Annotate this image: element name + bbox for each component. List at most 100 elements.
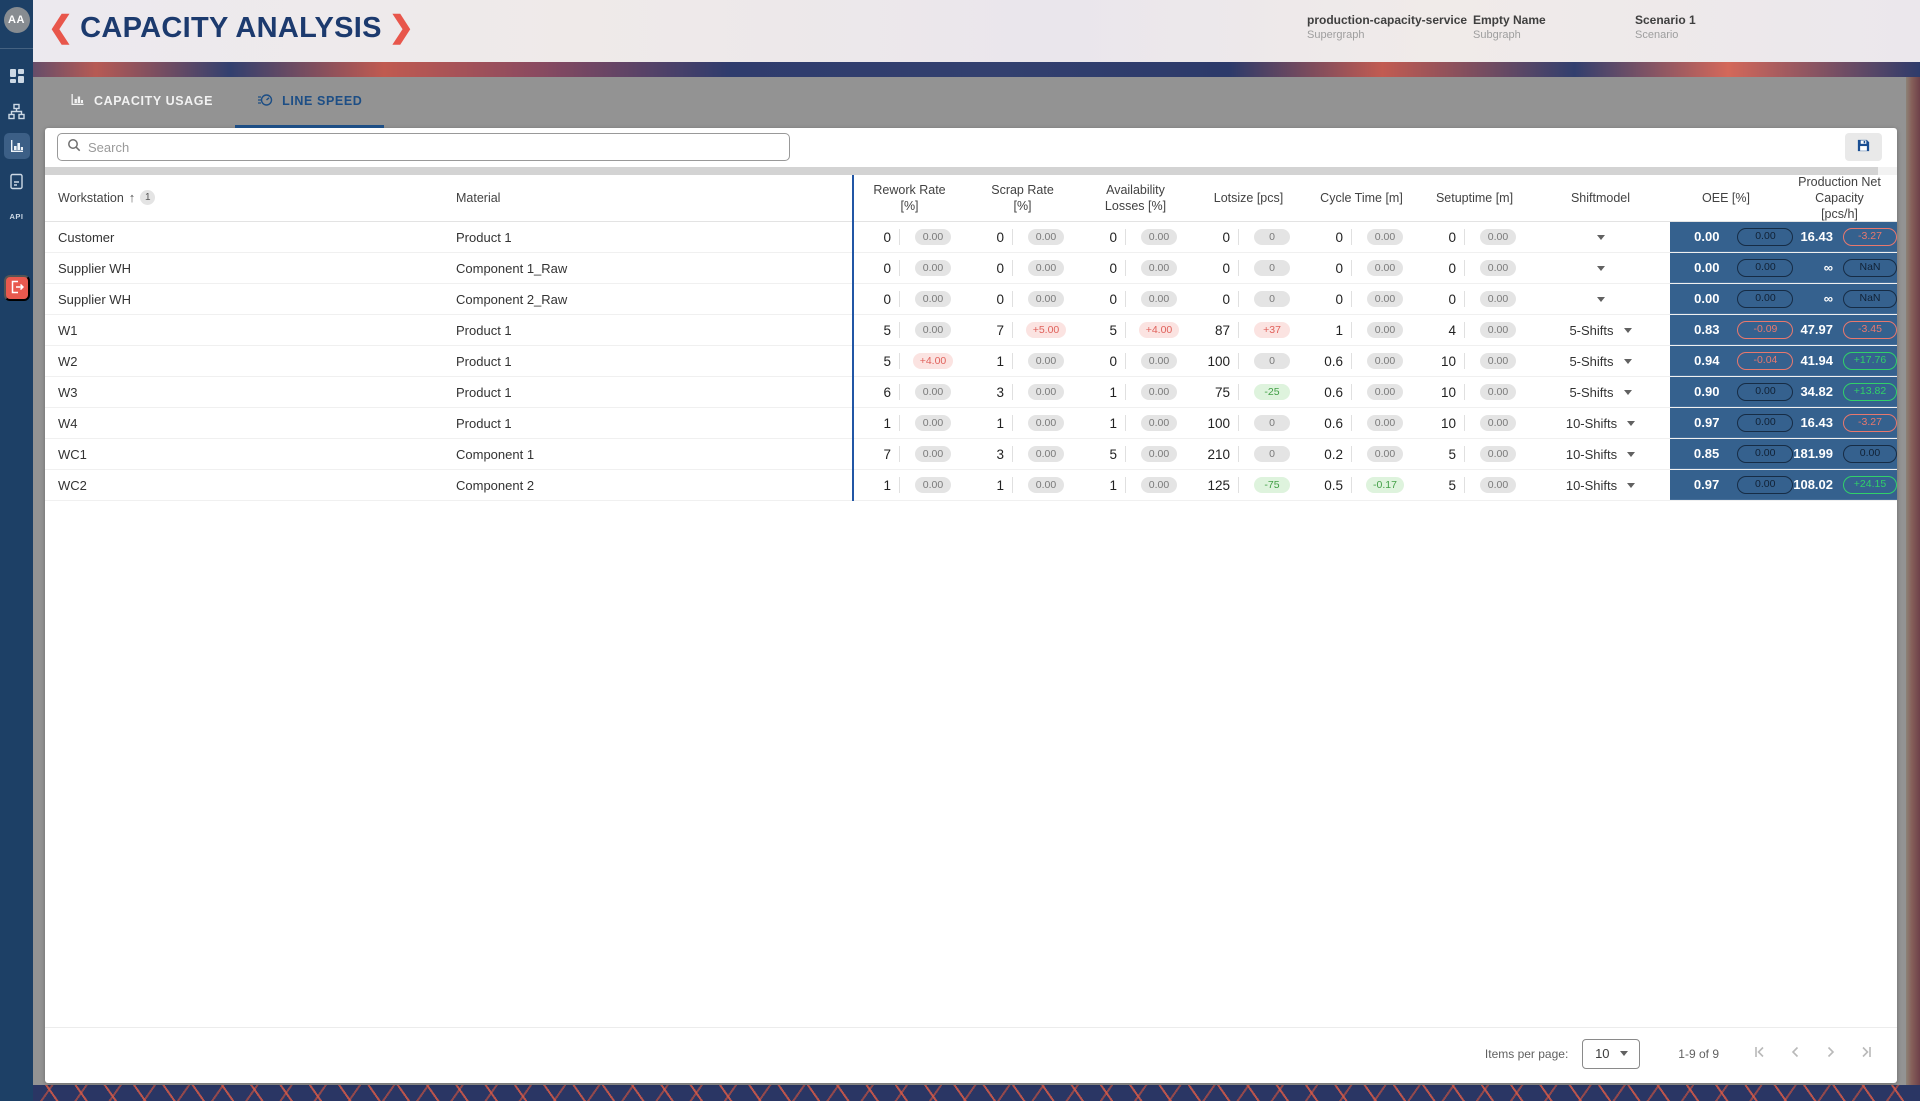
sidebar-item-document[interactable] [4,168,30,194]
shiftmodel-select[interactable] [1531,253,1670,283]
availability-losses-input[interactable]: 1 [1079,478,1117,493]
cycle-time-input[interactable]: 0.5 [1305,478,1343,493]
save-button[interactable] [1845,133,1882,161]
table-row[interactable]: W3Product 160.0030.0010.0075-250.60.0010… [45,377,1897,408]
page-size-select[interactable]: 10 [1582,1039,1640,1069]
column-header-workstation[interactable]: Workstation ↑ 1 [45,190,456,207]
table-row[interactable]: W2Product 15+4.0010.0000.0010000.60.0010… [45,346,1897,377]
column-header-setuptime[interactable]: Setuptime [m] [1418,190,1531,206]
table-row[interactable]: W1Product 150.007+5.005+4.0087+3710.0040… [45,315,1897,346]
rework-rate-input[interactable]: 5 [853,354,891,369]
column-header-scrap-rate[interactable]: Scrap Rate [%] [966,182,1079,215]
tab-line-speed[interactable]: LINE SPEED [235,77,384,128]
cycle-time-input[interactable]: 1 [1305,323,1343,338]
sidebar-item-dashboard[interactable] [4,63,30,89]
shiftmodel-select[interactable]: 10-Shifts [1531,439,1670,469]
scrap-rate-input[interactable]: 3 [966,385,1004,400]
setuptime-input[interactable]: 5 [1418,447,1456,462]
table-row[interactable]: Supplier WHComponent 1_Raw00.0000.0000.0… [45,253,1897,284]
lotsize-input[interactable]: 0 [1192,230,1230,245]
setuptime-input[interactable]: 0 [1418,230,1456,245]
scrap-rate-input[interactable]: 7 [966,323,1004,338]
lotsize-input[interactable]: 100 [1192,354,1230,369]
sidebar-item-analytics[interactable] [4,133,30,159]
cycle-time-input[interactable]: 0 [1305,292,1343,307]
cycle-time-input[interactable]: 0 [1305,230,1343,245]
cycle-time-input[interactable]: 0.6 [1305,416,1343,431]
scrap-rate-input[interactable]: 0 [966,261,1004,276]
availability-losses-input[interactable]: 0 [1079,354,1117,369]
scrap-rate-input[interactable]: 0 [966,292,1004,307]
lotsize-input[interactable]: 75 [1192,385,1230,400]
tab-capacity-usage[interactable]: CAPACITY USAGE [48,77,235,128]
scrap-rate-input[interactable]: 0 [966,230,1004,245]
availability-losses-input[interactable]: 0 [1079,292,1117,307]
scrap-rate-input[interactable]: 3 [966,447,1004,462]
rework-rate-input[interactable]: 0 [853,292,891,307]
horizontal-scrollbar[interactable] [45,167,1897,175]
cycle-time-input[interactable]: 0.2 [1305,447,1343,462]
scrollbar-thumb[interactable] [45,167,1878,175]
rework-rate-input[interactable]: 1 [853,478,891,493]
setuptime-input[interactable]: 0 [1418,261,1456,276]
setuptime-input[interactable]: 5 [1418,478,1456,493]
setuptime-input[interactable]: 10 [1418,354,1456,369]
lotsize-input[interactable]: 100 [1192,416,1230,431]
column-header-material[interactable]: Material [456,190,853,206]
column-header-shiftmodel[interactable]: Shiftmodel [1531,190,1670,206]
search-input[interactable] [88,140,780,155]
availability-losses-input[interactable]: 5 [1079,323,1117,338]
lotsize-input[interactable]: 0 [1192,292,1230,307]
setuptime-input[interactable]: 10 [1418,416,1456,431]
table-row[interactable]: CustomerProduct 100.0000.0000.000000.000… [45,222,1897,253]
cycle-time-input[interactable]: 0.6 [1305,354,1343,369]
setuptime-input[interactable]: 10 [1418,385,1456,400]
table-row[interactable]: WC1Component 170.0030.0050.0021000.20.00… [45,439,1897,470]
rework-rate-input[interactable]: 6 [853,385,891,400]
shiftmodel-select[interactable]: 10-Shifts [1531,408,1670,438]
shiftmodel-select[interactable] [1531,222,1670,252]
shiftmodel-select[interactable]: 5-Shifts [1531,346,1670,376]
column-header-rework-rate[interactable]: Rework Rate [%] [853,182,966,215]
cycle-time-input[interactable]: 0 [1305,261,1343,276]
availability-losses-input[interactable]: 1 [1079,416,1117,431]
shiftmodel-select[interactable]: 10-Shifts [1531,470,1670,500]
lotsize-input[interactable]: 87 [1192,323,1230,338]
logout-button[interactable] [4,275,30,301]
scrap-rate-input[interactable]: 1 [966,416,1004,431]
lotsize-input[interactable]: 210 [1192,447,1230,462]
rework-rate-input[interactable]: 1 [853,416,891,431]
cycle-time-input[interactable]: 0.6 [1305,385,1343,400]
avatar[interactable]: AA [4,7,30,33]
column-header-lotsize[interactable]: Lotsize [pcs] [1192,190,1305,206]
next-page-button[interactable] [1819,1042,1843,1066]
setuptime-input[interactable]: 4 [1418,323,1456,338]
rework-rate-input[interactable]: 0 [853,261,891,276]
last-page-button[interactable] [1855,1042,1879,1066]
shiftmodel-select[interactable]: 5-Shifts [1531,377,1670,407]
first-page-button[interactable] [1747,1042,1771,1066]
column-header-oee[interactable]: OEE [%] [1670,190,1782,206]
availability-losses-input[interactable]: 0 [1079,261,1117,276]
column-header-cycle-time[interactable]: Cycle Time [m] [1305,190,1418,206]
scrap-rate-input[interactable]: 1 [966,354,1004,369]
table-row[interactable]: Supplier WHComponent 2_Raw00.0000.0000.0… [45,284,1897,315]
rework-rate-input[interactable]: 7 [853,447,891,462]
rework-rate-input[interactable]: 5 [853,323,891,338]
shiftmodel-select[interactable] [1531,284,1670,314]
column-header-production-net-capacity[interactable]: Production Net Capacity [pcs/h] [1782,174,1897,223]
scrap-rate-input[interactable]: 1 [966,478,1004,493]
sidebar-item-api[interactable]: API [4,203,30,229]
setuptime-input[interactable]: 0 [1418,292,1456,307]
shiftmodel-select[interactable]: 5-Shifts [1531,315,1670,345]
column-header-availability-losses[interactable]: Availability Losses [%] [1079,182,1192,215]
sidebar-item-hierarchy[interactable] [4,98,30,124]
lotsize-input[interactable]: 125 [1192,478,1230,493]
rework-rate-input[interactable]: 0 [853,230,891,245]
availability-losses-input[interactable]: 5 [1079,447,1117,462]
table-row[interactable]: W4Product 110.0010.0010.0010000.60.00100… [45,408,1897,439]
previous-page-button[interactable] [1783,1042,1807,1066]
availability-losses-input[interactable]: 0 [1079,230,1117,245]
table-row[interactable]: WC2Component 210.0010.0010.00125-750.5-0… [45,470,1897,501]
lotsize-input[interactable]: 0 [1192,261,1230,276]
